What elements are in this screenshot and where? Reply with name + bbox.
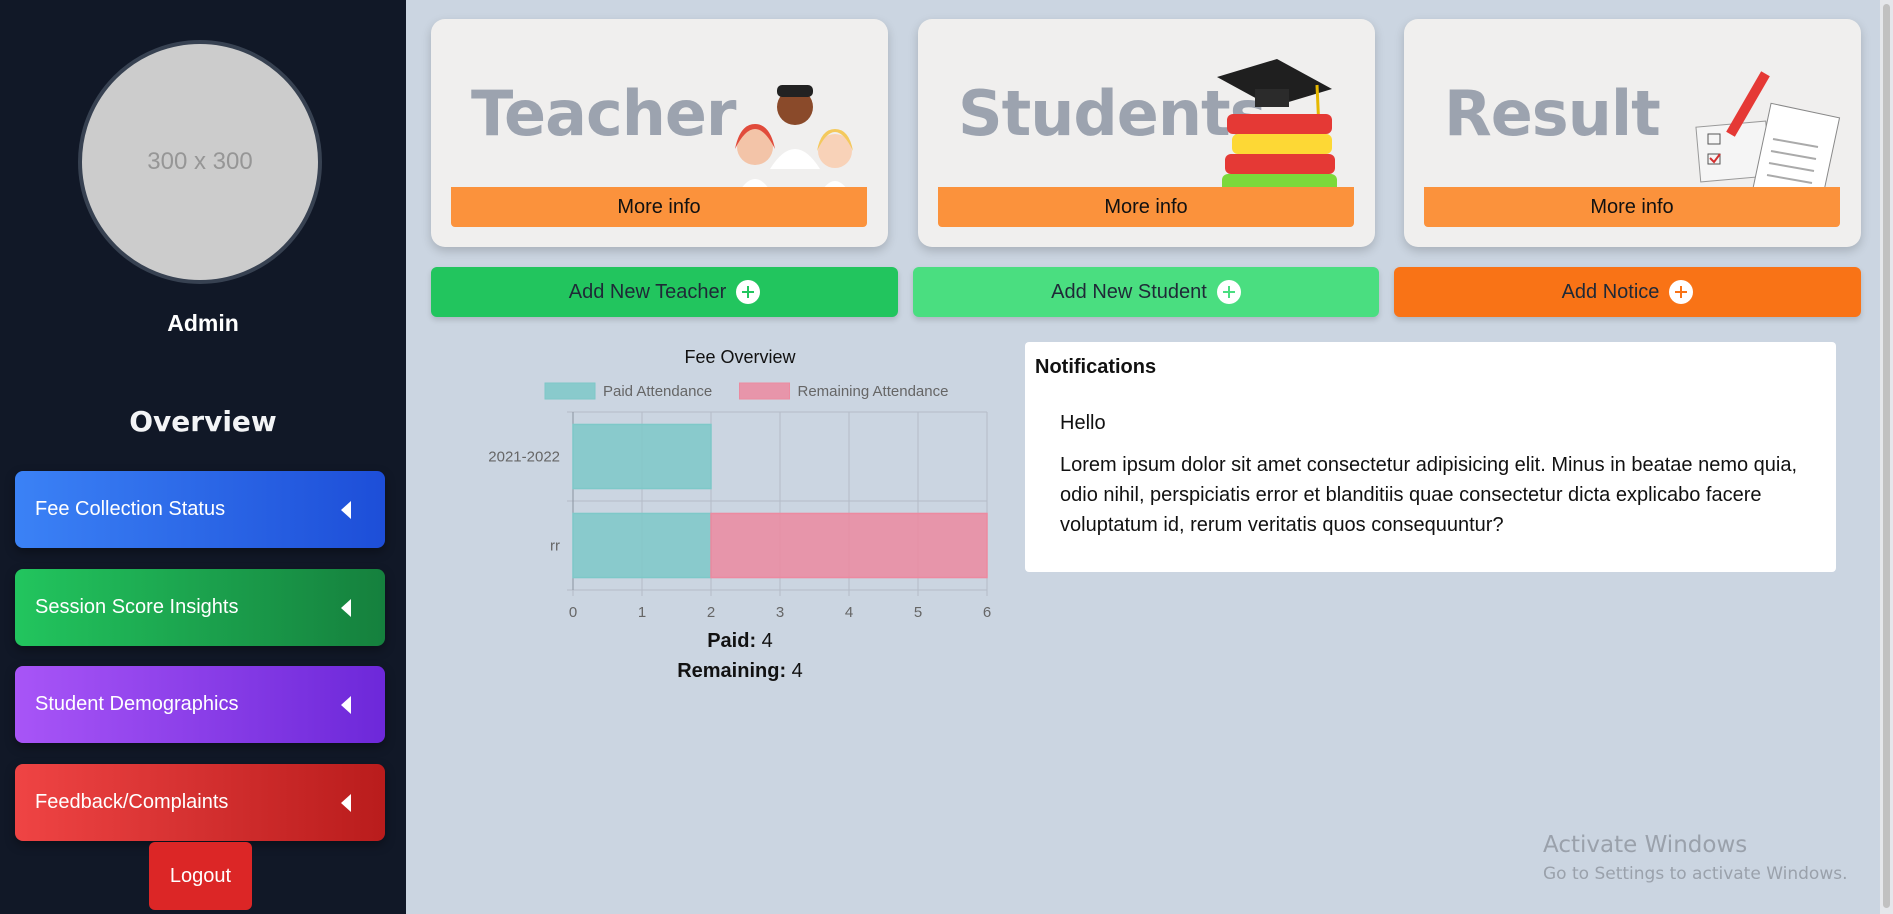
paid-value: 4 bbox=[761, 630, 773, 652]
watermark-line2: Go to Settings to activate Windows. bbox=[1543, 864, 1848, 884]
plus-circle-icon bbox=[1669, 280, 1694, 304]
x-tick-label: 5 bbox=[914, 604, 922, 621]
sidebar-item-label: Feedback/Complaints bbox=[35, 791, 229, 813]
add-new-teacher-button[interactable]: Add New Teacher bbox=[431, 267, 898, 317]
avatar-placeholder-text: 300 x 300 bbox=[147, 148, 253, 175]
result-card: Result More info bbox=[1404, 19, 1861, 247]
session-score-insights-button[interactable]: Session Score Insights bbox=[15, 569, 385, 646]
x-tick-label: 0 bbox=[569, 604, 577, 621]
legend-swatch bbox=[739, 382, 790, 400]
teacher-card: Teacher More info bbox=[431, 19, 888, 247]
notification-body: Lorem ipsum dolor sit amet consectetur a… bbox=[1060, 454, 1798, 536]
add-notice-button[interactable]: Add Notice bbox=[1394, 267, 1861, 317]
paid-label: Paid: bbox=[707, 630, 757, 652]
y-category-label: rr bbox=[550, 538, 560, 555]
caret-left-icon bbox=[341, 500, 351, 519]
result-more-info-button[interactable]: More info bbox=[1424, 187, 1840, 227]
notifications-panel: Notifications Hello Lorem ipsum dolor si… bbox=[1025, 342, 1836, 572]
fee-overview-chart-svg: Fee Overview Paid Attendance Remaining Att… bbox=[488, 347, 991, 621]
avatar: 300 x 300 bbox=[78, 40, 322, 284]
remaining-label: Remaining: bbox=[677, 660, 787, 682]
card-title: Result bbox=[1444, 77, 1661, 150]
overview-heading: Overview bbox=[129, 405, 277, 438]
legend-swatch bbox=[544, 382, 596, 400]
sidebar: 300 x 300 Admin Overview Fee Collection … bbox=[0, 0, 406, 914]
student-demographics-button[interactable]: Student Demographics bbox=[15, 666, 385, 743]
fee-collection-status-button[interactable]: Fee Collection Status bbox=[15, 471, 385, 548]
x-tick-label: 1 bbox=[638, 604, 646, 621]
bar-segment bbox=[572, 423, 712, 490]
y-category-label: 2021-2022 bbox=[488, 449, 560, 466]
add-new-student-label: Add New Student bbox=[1051, 280, 1207, 303]
fee-paid-summary: Paid: 4 bbox=[470, 630, 1010, 653]
remaining-value: 4 bbox=[791, 660, 803, 682]
vertical-scrollbar[interactable] bbox=[1880, 0, 1893, 914]
logout-button[interactable]: Logout bbox=[149, 842, 252, 910]
plus-circle-icon bbox=[736, 280, 761, 304]
bar-segment bbox=[710, 512, 988, 579]
sidebar-item-label: Fee Collection Status bbox=[35, 498, 226, 520]
watermark-line1: Activate Windows bbox=[1543, 832, 1748, 858]
legend-label: Paid Attendance bbox=[603, 383, 712, 400]
caret-left-icon bbox=[341, 793, 351, 812]
x-tick-label: 3 bbox=[776, 604, 784, 621]
feedback-complaints-button[interactable]: Feedback/Complaints bbox=[15, 764, 385, 841]
sidebar-item-label: Student Demographics bbox=[35, 693, 239, 715]
add-new-teacher-label: Add New Teacher bbox=[568, 280, 727, 303]
scrollbar-thumb[interactable] bbox=[1883, 4, 1890, 908]
card-title: Teacher bbox=[471, 77, 736, 150]
caret-left-icon bbox=[341, 695, 351, 714]
legend-label: Remaining Attendance bbox=[798, 383, 949, 400]
teacher-more-info-button[interactable]: More info bbox=[451, 187, 867, 227]
add-notice-label: Add Notice bbox=[1561, 280, 1660, 303]
windows-activation-watermark: Activate Windows Go to Settings to activ… bbox=[1543, 832, 1848, 884]
caret-left-icon bbox=[341, 598, 351, 617]
notification-heading: Hello bbox=[1060, 412, 1106, 434]
sidebar-item-label: Session Score Insights bbox=[35, 596, 239, 618]
fee-remaining-summary: Remaining: 4 bbox=[470, 660, 1010, 683]
students-card: Students More info bbox=[918, 19, 1375, 247]
x-tick-label: 4 bbox=[845, 604, 853, 621]
bar-segment bbox=[572, 512, 712, 579]
x-tick-label: 6 bbox=[983, 604, 991, 621]
x-tick-label: 2 bbox=[707, 604, 715, 621]
admin-name: Admin bbox=[167, 310, 239, 336]
students-more-info-button[interactable]: More info bbox=[938, 187, 1354, 227]
add-new-student-button[interactable]: Add New Student bbox=[913, 267, 1379, 317]
plus-circle-icon bbox=[1216, 280, 1241, 304]
chart-title: Fee Overview bbox=[684, 347, 796, 367]
notifications-title: Notifications bbox=[1035, 356, 1157, 378]
